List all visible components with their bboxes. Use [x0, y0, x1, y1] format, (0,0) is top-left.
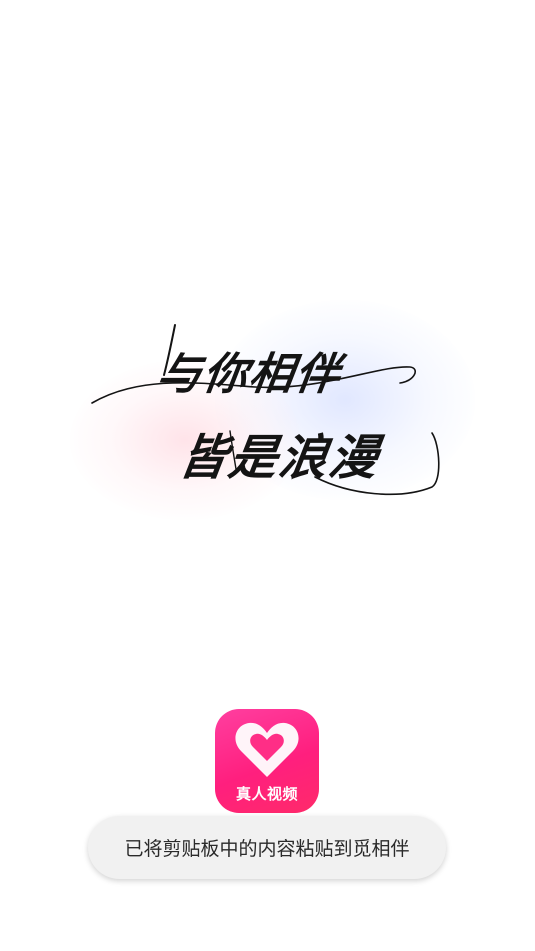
splash-screen: 与你相伴 皆是浪漫 真人视频 已将剪贴板中的内容粘贴到觅相伴	[0, 0, 535, 951]
heart-icon	[235, 722, 299, 777]
logo-caption: 真人视频	[235, 785, 298, 803]
app-logo: 真人视频	[215, 709, 319, 813]
clipboard-toast: 已将剪贴板中的内容粘贴到觅相伴	[88, 816, 446, 879]
slogan-line-2: 皆是浪漫	[175, 430, 384, 486]
toast-message: 已将剪贴板中的内容粘贴到觅相伴	[124, 838, 410, 860]
slogan-line-1: 与你相伴	[153, 349, 345, 400]
